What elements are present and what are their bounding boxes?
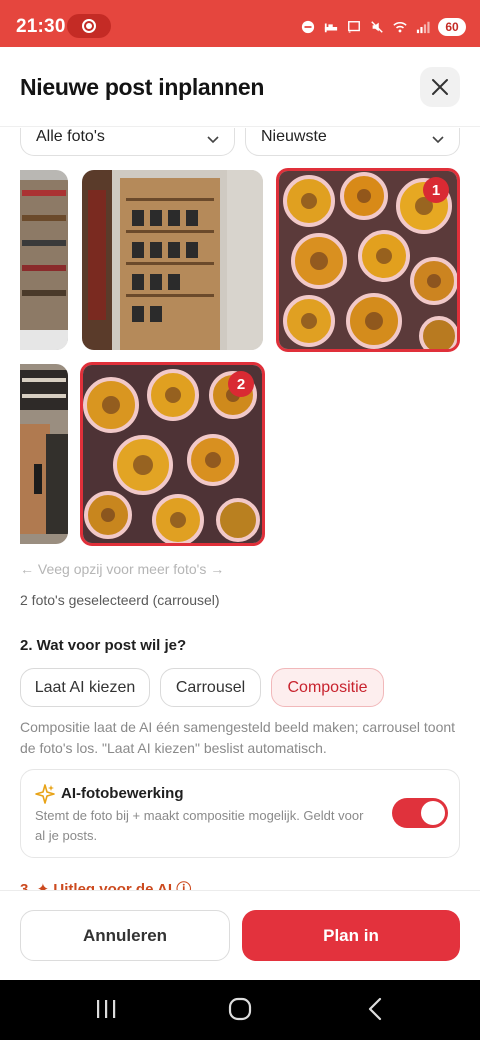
post-type-description: Compositie laat de AI één samengesteld b… [20, 719, 456, 756]
photo-thumbnail[interactable] [82, 170, 263, 350]
section-3-title: 3. ✦ Uitleg voor de AI ⓘ [20, 881, 192, 890]
status-time: 21:30 [16, 16, 66, 37]
swipe-hint: ← Veeg opzij voor meer foto's → [20, 561, 225, 577]
selection-badge: 1 [423, 177, 449, 203]
ai-photo-edit-title: AI-fotobewerking [61, 785, 184, 802]
close-button[interactable] [420, 67, 460, 107]
toggle-knob [421, 801, 445, 825]
ai-photo-edit-description: Stemt de foto bij + maakt compositie mog… [35, 808, 364, 843]
photo-thumbnail-selected[interactable]: 1 [276, 168, 460, 352]
chip-laat-ai-kiezen[interactable]: Laat AI kiezen [20, 668, 150, 707]
photo-thumbnail[interactable] [20, 170, 68, 350]
album-dropdown[interactable]: Alle foto's [20, 128, 235, 156]
chevron-down-icon [207, 136, 219, 144]
cast-icon [348, 21, 360, 33]
wifi-icon [393, 21, 407, 33]
chip-compositie[interactable]: Compositie [271, 668, 384, 707]
signal-icon [416, 21, 430, 34]
status-bar: 21:30 60 [0, 0, 480, 47]
back-icon[interactable] [364, 996, 388, 1022]
chip-carrousel[interactable]: Carrousel [160, 668, 261, 707]
ai-photo-edit-toggle[interactable] [392, 798, 448, 828]
navigation-bar [0, 980, 480, 1040]
do-not-disturb-icon [301, 20, 315, 34]
sort-dropdown[interactable]: Nieuwste [245, 128, 460, 156]
page-title: Nieuwe post inplannen [20, 74, 265, 100]
home-icon[interactable] [227, 996, 253, 1022]
screen-record-icon [67, 14, 111, 38]
footer: Annuleren Plan in [0, 890, 480, 980]
header: Nieuwe post inplannen [0, 47, 480, 127]
ai-photo-edit-card: AI-fotobewerking Stemt de foto bij + maa… [20, 769, 460, 858]
chevron-down-icon [432, 136, 444, 144]
bed-icon [324, 23, 338, 33]
post-type-title: 2. Wat voor post wil je? [20, 637, 187, 654]
plan-button[interactable]: Plan in [242, 910, 460, 961]
recent-apps-icon[interactable] [94, 996, 118, 1022]
selected-count: 2 foto's geselecteerd (carrousel) [20, 592, 220, 608]
album-dropdown-value: Alle foto's [36, 128, 105, 145]
status-icons: 60 [300, 17, 466, 37]
sparkle-icon [35, 784, 55, 804]
selection-badge: 2 [228, 371, 254, 397]
close-icon [432, 79, 448, 95]
sort-dropdown-value: Nieuwste [261, 128, 327, 145]
mute-icon [371, 21, 383, 33]
photo-thumbnail[interactable] [20, 364, 68, 544]
cancel-button[interactable]: Annuleren [20, 910, 230, 961]
battery-indicator: 60 [438, 18, 466, 36]
photo-thumbnail-selected[interactable]: 2 [80, 362, 265, 546]
content-area[interactable]: Alle foto's Nieuwste 1 2 ← Veeg opzij vo… [0, 128, 480, 890]
